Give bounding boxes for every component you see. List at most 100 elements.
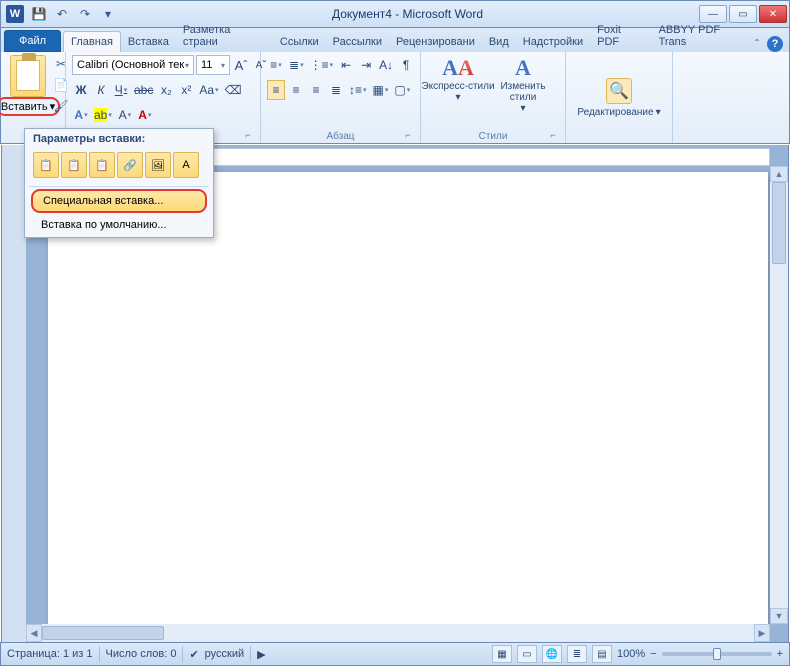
group-paragraph: ≡▾ ≣▾ ⋮≡▾ ⇤ ⇥ A↓ ¶ ≡ ≡ ≡ ≣ ↕≡▾ ▦▾ ▢▾ Абз… bbox=[261, 52, 421, 143]
paste-special-item[interactable]: Специальная вставка... bbox=[31, 189, 207, 213]
text-effects-button[interactable]: A▾ bbox=[72, 105, 90, 125]
change-styles-button[interactable]: A Изменить стили ▾ bbox=[492, 55, 554, 114]
tab-layout[interactable]: Разметка страни bbox=[176, 20, 273, 52]
view-draft-button[interactable]: ▤ bbox=[592, 645, 612, 663]
align-center-button[interactable]: ≡ bbox=[287, 80, 305, 100]
vertical-scrollbar[interactable]: ▲ ▼ bbox=[770, 166, 788, 624]
decrease-indent-button[interactable]: ⇤ bbox=[337, 55, 355, 75]
show-marks-button[interactable]: ¶ bbox=[397, 55, 415, 75]
superscript-button[interactable]: x² bbox=[177, 80, 195, 100]
multilevel-button[interactable]: ⋮≡▾ bbox=[308, 55, 336, 75]
increase-indent-button[interactable]: ⇥ bbox=[357, 55, 375, 75]
font-name-combo[interactable]: Calibri (Основной тек▾ bbox=[72, 55, 194, 75]
paste-text-only-button[interactable]: A bbox=[173, 152, 199, 178]
paste-link-button[interactable]: 🔗 bbox=[117, 152, 143, 178]
paste-keep-source-button[interactable]: 📋 bbox=[33, 152, 59, 178]
group-label-styles: Стили ⌐ bbox=[427, 130, 559, 142]
zoom-slider[interactable] bbox=[662, 652, 772, 656]
tab-review[interactable]: Рецензировани bbox=[389, 32, 482, 52]
tab-foxit[interactable]: Foxit PDF bbox=[590, 20, 651, 52]
status-language[interactable]: русский bbox=[205, 648, 244, 660]
save-button[interactable]: 💾 bbox=[29, 4, 49, 24]
styles-launcher[interactable]: ⌐ bbox=[547, 130, 559, 142]
scroll-right-button[interactable]: ▶ bbox=[754, 624, 770, 642]
font-color-button[interactable]: A▾ bbox=[136, 105, 154, 125]
zoom-level[interactable]: 100% bbox=[617, 648, 645, 660]
borders-button[interactable]: ▢▾ bbox=[392, 80, 412, 100]
change-case-button[interactable]: Aa▾ bbox=[197, 80, 220, 100]
tab-abbyy[interactable]: ABBYY PDF Trans bbox=[652, 20, 755, 52]
undo-button[interactable]: ↶ bbox=[52, 4, 72, 24]
paste-options-title: Параметры вставки: bbox=[25, 129, 213, 149]
scroll-down-button[interactable]: ▼ bbox=[770, 608, 788, 624]
group-label-paragraph: Абзац ⌐ bbox=[267, 130, 414, 142]
status-wordcount[interactable]: Число слов: 0 bbox=[106, 648, 177, 660]
paste-options-menu: Параметры вставки: 📋 📋 📋 🔗 🖼 A Специальн… bbox=[24, 128, 214, 238]
strikethrough-button[interactable]: abc bbox=[132, 80, 155, 100]
proofing-icon[interactable]: ✔ bbox=[189, 648, 198, 661]
align-left-button[interactable]: ≡ bbox=[267, 80, 285, 100]
scroll-left-button[interactable]: ◀ bbox=[26, 624, 42, 642]
redo-button[interactable]: ↷ bbox=[75, 4, 95, 24]
status-page[interactable]: Страница: 1 из 1 bbox=[7, 648, 93, 660]
grow-font-button[interactable]: Aˆ bbox=[232, 55, 250, 75]
tab-home[interactable]: Главная bbox=[63, 31, 121, 52]
paste-merge-button[interactable]: 📋 bbox=[61, 152, 87, 178]
view-web-button[interactable]: 🌐 bbox=[542, 645, 562, 663]
numbering-button[interactable]: ≣▾ bbox=[287, 55, 306, 75]
paste-use-dest-button[interactable]: 📋 bbox=[89, 152, 115, 178]
para-shading-button[interactable]: ▦▾ bbox=[371, 80, 391, 100]
highlight-button[interactable]: ab▾ bbox=[92, 105, 114, 125]
paste-icon bbox=[10, 55, 46, 97]
underline-button[interactable]: Ч▾ bbox=[112, 80, 130, 100]
tab-insert[interactable]: Вставка bbox=[121, 32, 176, 52]
paste-split-button[interactable]: Вставить ▾ bbox=[7, 55, 49, 116]
group-label-editing bbox=[572, 141, 666, 142]
paste-picture-button[interactable]: 🖼 bbox=[145, 152, 171, 178]
group-editing: 🔍 Редактирование ▾ bbox=[566, 52, 673, 143]
tab-view[interactable]: Вид bbox=[482, 32, 516, 52]
italic-button[interactable]: К bbox=[92, 80, 110, 100]
binoculars-icon: 🔍 bbox=[606, 78, 632, 104]
group-styles: AA Экспресс‑стили ▾ A Изменить стили ▾ С… bbox=[421, 52, 566, 143]
tab-mailings[interactable]: Рассылки bbox=[326, 32, 389, 52]
help-button[interactable]: ? bbox=[767, 36, 783, 52]
paste-label: Вставить bbox=[1, 101, 48, 113]
view-fullscreen-button[interactable]: ▭ bbox=[517, 645, 537, 663]
font-size-combo[interactable]: 11▾ bbox=[196, 55, 230, 75]
statusbar: Страница: 1 из 1 Число слов: 0 ✔ русский… bbox=[0, 642, 790, 666]
macro-record-button[interactable]: ▶ bbox=[257, 648, 265, 661]
ruler-vertical[interactable] bbox=[2, 145, 26, 642]
close-button[interactable]: ✕ bbox=[759, 5, 787, 23]
quick-styles-button[interactable]: AA Экспресс‑стили ▾ bbox=[427, 55, 489, 103]
paragraph-launcher[interactable]: ⌐ bbox=[402, 130, 414, 142]
minimize-ribbon-button[interactable]: ˆ bbox=[755, 37, 759, 51]
justify-button[interactable]: ≣ bbox=[327, 80, 345, 100]
clear-formatting-button[interactable]: ⌫ bbox=[223, 80, 244, 100]
align-right-button[interactable]: ≡ bbox=[307, 80, 325, 100]
qat-customize-button[interactable]: ▾ bbox=[98, 4, 118, 24]
tab-references[interactable]: Ссылки bbox=[273, 32, 326, 52]
font-launcher[interactable]: ⌐ bbox=[242, 130, 254, 142]
menu-separator bbox=[29, 186, 209, 187]
paste-default-item[interactable]: Вставка по умолчанию... bbox=[31, 215, 207, 235]
view-print-layout-button[interactable]: ▦ bbox=[492, 645, 512, 663]
shading-button[interactable]: A▾ bbox=[116, 105, 134, 125]
editing-button[interactable]: Редактирование ▾ bbox=[577, 107, 660, 118]
zoom-in-button[interactable]: + bbox=[777, 648, 783, 660]
tab-addins[interactable]: Надстройки bbox=[516, 32, 590, 52]
subscript-button[interactable]: x₂ bbox=[157, 80, 175, 100]
zoom-slider-thumb[interactable] bbox=[713, 648, 721, 660]
bold-button[interactable]: Ж bbox=[72, 80, 90, 100]
app-icon: W bbox=[6, 5, 24, 23]
tab-file[interactable]: Файл bbox=[4, 30, 61, 52]
sort-button[interactable]: A↓ bbox=[377, 55, 395, 75]
document-page[interactable] bbox=[48, 172, 768, 624]
quick-access-toolbar: 💾 ↶ ↷ ▾ bbox=[29, 4, 118, 24]
scroll-up-button[interactable]: ▲ bbox=[770, 166, 788, 182]
horizontal-scrollbar[interactable]: ◀ ▶ bbox=[26, 624, 770, 642]
view-outline-button[interactable]: ≣ bbox=[567, 645, 587, 663]
zoom-out-button[interactable]: − bbox=[650, 648, 656, 660]
bullets-button[interactable]: ≡▾ bbox=[267, 55, 285, 75]
line-spacing-button[interactable]: ↕≡▾ bbox=[347, 80, 369, 100]
